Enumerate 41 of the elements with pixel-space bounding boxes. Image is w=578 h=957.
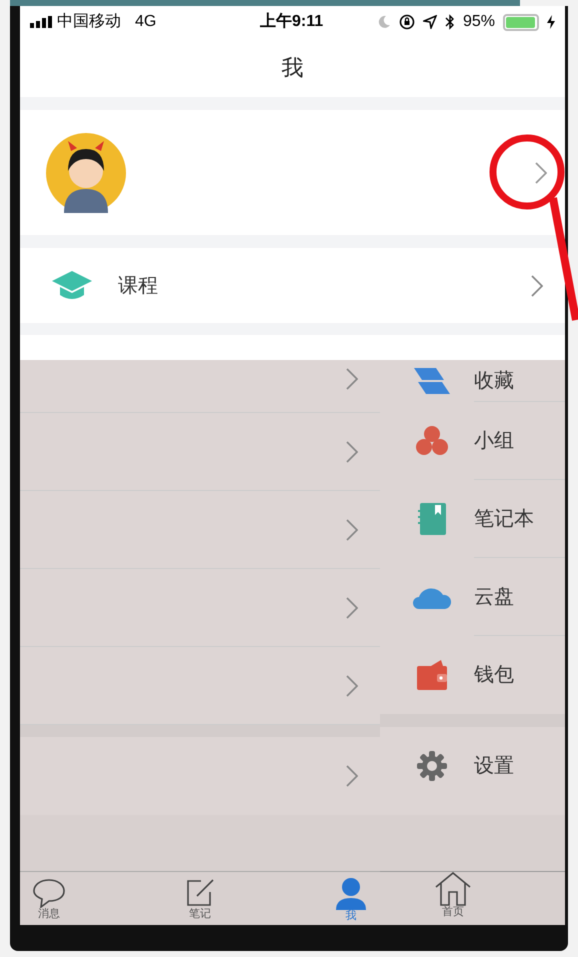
tab[interactable]: 笔记: [175, 878, 225, 925]
menu-item[interactable]: 收藏: [380, 360, 565, 402]
home-icon: [435, 872, 471, 906]
wallet-icon: [417, 660, 447, 690]
moon-icon: [376, 15, 391, 29]
bluetooth-icon: [444, 14, 455, 30]
profile-row[interactable]: [20, 110, 565, 235]
battery-icon: [503, 14, 539, 30]
lock-rotation-icon: [398, 14, 415, 30]
carrier-name: 中国移动: [57, 12, 121, 32]
tab[interactable]: 消息: [24, 878, 74, 925]
location-icon: [422, 15, 437, 29]
layers-icon: [414, 368, 450, 394]
menu-item[interactable]: 小组: [380, 402, 565, 480]
chevron-icon: [531, 274, 543, 296]
chevron-icon: [346, 440, 358, 462]
battery-percent: 95%: [462, 12, 495, 32]
menu-item[interactable]: 笔记本: [380, 480, 565, 558]
chevron-icon: [346, 674, 358, 696]
menu-item[interactable]: 设置: [380, 727, 565, 805]
network-type: 4G: [135, 12, 156, 32]
chat-bubble-icon: [33, 878, 65, 908]
tab[interactable]: 首页: [428, 872, 478, 925]
chevron-icon: [535, 162, 547, 184]
avatar-icon: [46, 132, 126, 212]
clock-time: 上午9:11: [260, 12, 324, 32]
notebook-icon: [418, 503, 446, 535]
three-circles-icon: [416, 426, 448, 456]
graduation-cap-icon: [52, 270, 92, 300]
page-title: 我: [282, 54, 304, 82]
chevron-icon: [346, 596, 358, 618]
chevron-icon: [346, 368, 358, 390]
chevron-icon: [346, 518, 358, 540]
edit-icon: [185, 878, 215, 908]
person-icon: [336, 878, 366, 910]
menu-item[interactable]: 云盘: [380, 558, 565, 636]
menu-item[interactable]: 钱包: [380, 636, 565, 714]
signal-icon: [30, 16, 52, 28]
charging-icon: [547, 15, 555, 29]
chevron-icon: [346, 765, 358, 787]
menu-item[interactable]: 课程: [20, 248, 565, 323]
